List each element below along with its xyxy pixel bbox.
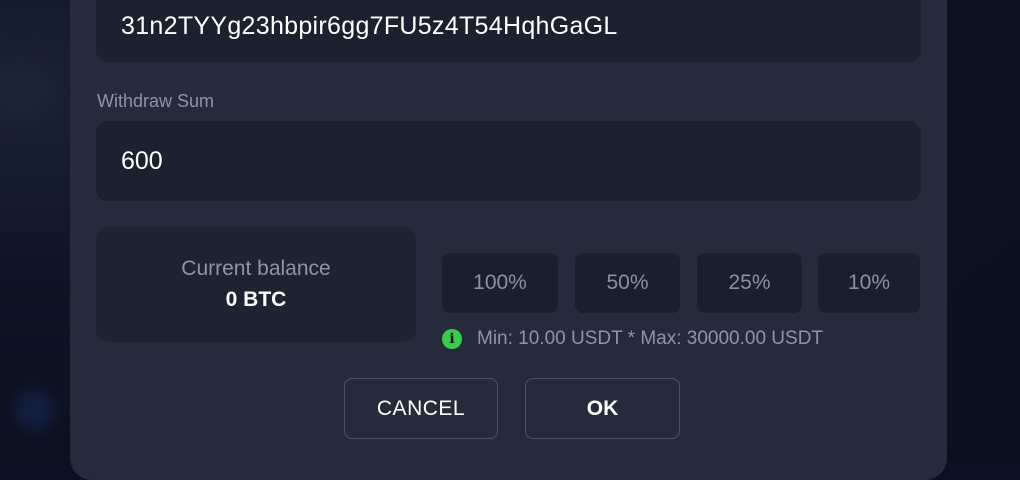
wallet-address-value: 31n2TYYg23hbpir6gg7FU5z4T54HqhGaGL xyxy=(121,12,618,40)
withdraw-sum-field[interactable] xyxy=(96,121,921,201)
withdraw-sum-label: Withdraw Sum xyxy=(97,91,215,111)
current-balance-card: Current balance 0 BTC xyxy=(96,227,416,342)
current-balance-value: 0 BTC xyxy=(225,288,287,311)
cancel-button[interactable]: CANCEL xyxy=(344,378,498,439)
background-blur xyxy=(15,390,55,430)
current-balance-label: Current balance xyxy=(181,257,331,280)
info-icon: i xyxy=(442,329,462,349)
percent-10-button[interactable]: 10% xyxy=(818,253,920,313)
percent-50-button[interactable]: 50% xyxy=(575,253,680,313)
withdraw-limits: i Min: 10.00 USDT * Max: 30000.00 USDT xyxy=(442,328,823,350)
percent-25-button[interactable]: 25% xyxy=(697,253,802,313)
wallet-address-field[interactable]: 31n2TYYg23hbpir6gg7FU5z4T54HqhGaGL xyxy=(96,0,921,62)
percent-100-button[interactable]: 100% xyxy=(442,253,558,313)
withdraw-limits-text: Min: 10.00 USDT * Max: 30000.00 USDT xyxy=(477,328,824,349)
ok-button[interactable]: OK xyxy=(525,378,680,439)
withdraw-sum-input[interactable] xyxy=(121,147,821,176)
